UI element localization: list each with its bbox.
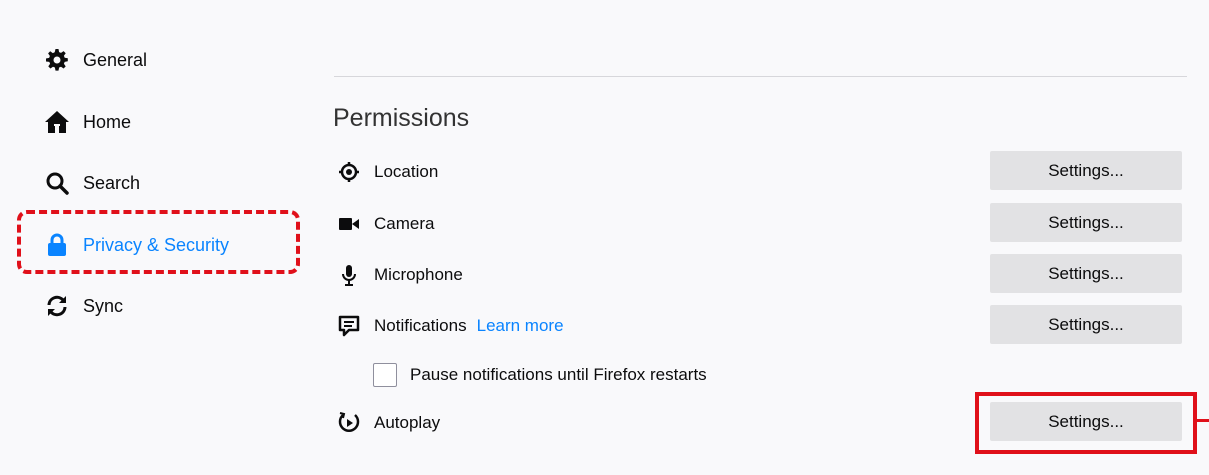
camera-icon <box>336 211 362 237</box>
pause-notifications-checkbox[interactable] <box>373 363 397 387</box>
autoplay-icon <box>336 410 362 436</box>
permission-row-notifications: Notifications Learn more <box>336 306 564 346</box>
sidebar-item-search[interactable]: Search <box>44 163 140 203</box>
sidebar-item-general[interactable]: General <box>44 40 147 80</box>
permission-row-location: Location <box>336 152 438 192</box>
permissions-heading: Permissions <box>333 104 470 132</box>
permission-label: Camera <box>374 214 435 233</box>
permission-row-autoplay: Autoplay <box>336 403 440 443</box>
sync-icon <box>44 293 70 319</box>
sidebar-item-home[interactable]: Home <box>44 102 131 142</box>
checkbox-label: Pause notifications until Firefox restar… <box>410 365 707 384</box>
privacy-highlight-annotation <box>17 210 300 274</box>
location-settings-button[interactable]: Settings... <box>990 151 1182 190</box>
sidebar-item-label: Sync <box>83 295 124 316</box>
notification-icon <box>336 313 362 339</box>
microphone-icon <box>336 262 362 288</box>
gear-icon <box>44 47 70 73</box>
sidebar-item-label: Home <box>83 111 132 132</box>
search-icon <box>44 170 70 196</box>
home-icon <box>44 109 70 135</box>
pause-notifications-option: Pause notifications until Firefox restar… <box>373 360 707 390</box>
permission-label: Microphone <box>374 265 463 284</box>
sidebar: General Home Search Privacy & Security S… <box>0 0 320 475</box>
camera-settings-button[interactable]: Settings... <box>990 203 1182 242</box>
permission-label: Autoplay <box>374 413 441 432</box>
sidebar-item-label: General <box>83 49 148 70</box>
learn-more-link[interactable]: Learn more <box>477 316 564 336</box>
sidebar-item-sync[interactable]: Sync <box>44 286 123 326</box>
permission-label: Location <box>374 162 439 181</box>
permission-row-camera: Camera <box>336 204 434 244</box>
notifications-settings-button[interactable]: Settings... <box>990 305 1182 344</box>
sidebar-item-label: Search <box>83 172 141 193</box>
permission-label: Notifications <box>374 316 467 335</box>
annotation-pointer <box>1197 419 1209 422</box>
permission-row-microphone: Microphone <box>336 255 463 295</box>
location-icon <box>336 159 362 185</box>
divider <box>334 76 1187 77</box>
autoplay-highlight-annotation <box>975 392 1197 454</box>
microphone-settings-button[interactable]: Settings... <box>990 254 1182 293</box>
